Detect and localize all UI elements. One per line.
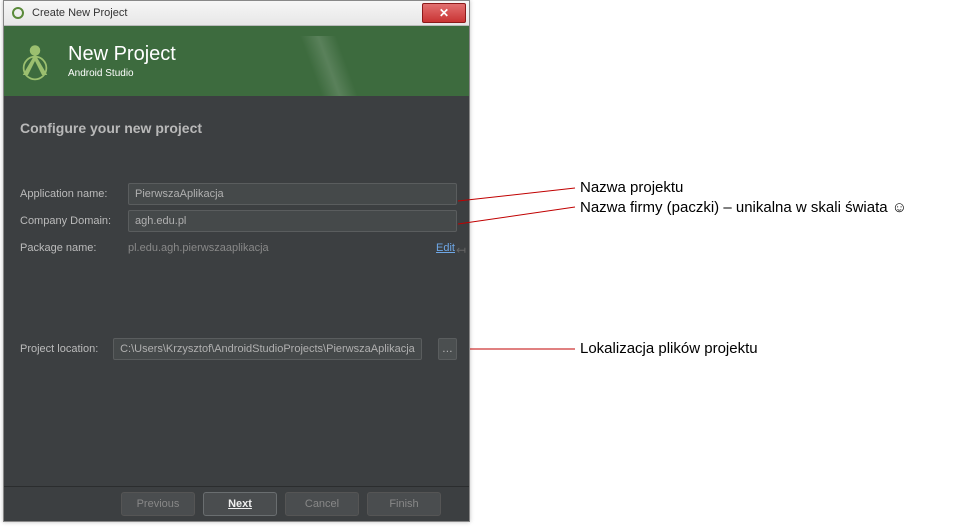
ellipsis-icon: … xyxy=(442,343,453,355)
label-application-name: Application name: xyxy=(20,188,128,200)
close-icon: ✕ xyxy=(439,6,449,20)
dialog-window: Create New Project ✕ New Project Android… xyxy=(3,0,470,522)
next-button[interactable]: Next xyxy=(203,492,277,516)
close-button[interactable]: ✕ xyxy=(422,3,466,23)
row-package-name: Package name: pl.edu.agh.pierwszaaplikac… xyxy=(20,236,469,260)
row-application-name: Application name: PierwszaAplikacja xyxy=(20,182,469,206)
app-icon xyxy=(10,5,26,21)
input-project-location[interactable]: C:\Users\Krzysztof\AndroidStudioProjects… xyxy=(113,338,422,360)
header-title: New Project xyxy=(68,43,176,66)
titlebar: Create New Project ✕ xyxy=(4,1,469,26)
header-subtitle: Android Studio xyxy=(68,68,176,79)
label-company-domain: Company Domain: xyxy=(20,215,128,227)
input-company-domain[interactable]: agh.edu.pl xyxy=(128,210,457,232)
arrow-icon: ↤ xyxy=(456,243,466,257)
label-project-location: Project location: xyxy=(20,343,113,355)
label-package-name: Package name: xyxy=(20,242,128,254)
dialog-footer: Previous Next Cancel Finish xyxy=(4,486,469,521)
row-company-domain: Company Domain: agh.edu.pl xyxy=(20,209,469,233)
header-shine xyxy=(249,36,409,96)
browse-button[interactable]: … xyxy=(438,338,457,360)
previous-button[interactable]: Previous xyxy=(121,492,195,516)
annotation-project-location: Lokalizacja plików projektu xyxy=(580,340,758,357)
header-band: New Project Android Studio xyxy=(4,26,469,96)
input-application-name[interactable]: PierwszaAplikacja xyxy=(128,183,457,205)
section-title: Configure your new project xyxy=(4,96,469,136)
row-project-location: Project location: C:\Users\Krzysztof\And… xyxy=(20,337,469,361)
annotation-company-domain: Nazwa firmy (paczki) – unikalna w skali … xyxy=(580,199,907,216)
value-package-name: pl.edu.agh.pierwszaaplikacja xyxy=(128,242,436,254)
window-title: Create New Project xyxy=(32,7,419,19)
android-studio-icon xyxy=(14,40,56,82)
annotation-project-name: Nazwa projektu xyxy=(580,179,683,196)
finish-button[interactable]: Finish xyxy=(367,492,441,516)
cancel-button[interactable]: Cancel xyxy=(285,492,359,516)
dialog-body: Configure your new project Application n… xyxy=(4,96,469,487)
edit-link[interactable]: Edit xyxy=(436,242,455,254)
form-fields: Application name: PierwszaAplikacja Comp… xyxy=(4,182,469,361)
